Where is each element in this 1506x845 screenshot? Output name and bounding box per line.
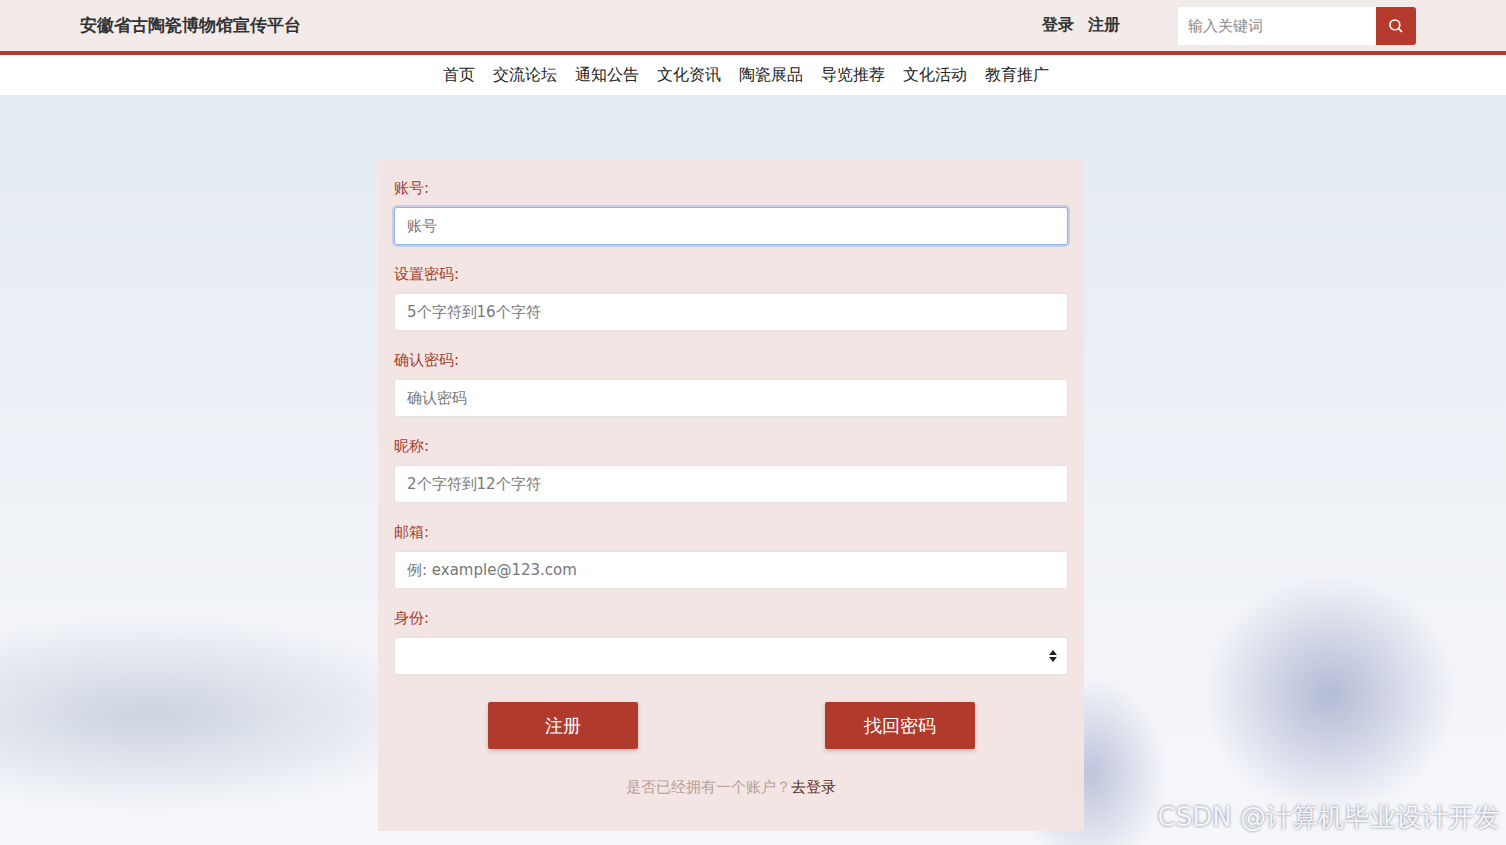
search-icon — [1387, 17, 1405, 35]
select-arrows-icon — [1049, 650, 1057, 662]
action-button[interactable]: 找回密码 — [825, 702, 975, 749]
text-input[interactable] — [394, 293, 1068, 331]
nav-item[interactable]: 导览推荐 — [821, 65, 885, 86]
text-input[interactable] — [394, 551, 1068, 589]
nav-item[interactable]: 陶瓷展品 — [739, 65, 803, 86]
text-input[interactable] — [394, 207, 1068, 245]
field-label: 设置密码: — [394, 264, 1068, 284]
nav-item[interactable]: 通知公告 — [575, 65, 639, 86]
search-button[interactable] — [1376, 7, 1416, 45]
auth-links: 登录注册 — [1042, 15, 1120, 36]
text-input[interactable] — [394, 465, 1068, 503]
top-header: 安徽省古陶瓷博物馆宣传平台登录注册 — [0, 0, 1506, 55]
nav-item[interactable]: 文化资讯 — [657, 65, 721, 86]
button-row: 注册 找回密码 — [394, 702, 1068, 749]
field-label: 身份: — [394, 608, 1068, 628]
form-field: 账号: — [394, 178, 1068, 245]
nav-item[interactable]: 首页 — [443, 65, 475, 86]
header-link[interactable]: 登录 — [1042, 15, 1074, 36]
action-button[interactable]: 注册 — [488, 702, 638, 749]
header-link[interactable]: 注册 — [1088, 15, 1120, 36]
site-title: 安徽省古陶瓷博物馆宣传平台 — [80, 14, 1042, 37]
field-label: 账号: — [394, 178, 1068, 198]
nav-item[interactable]: 交流论坛 — [493, 65, 557, 86]
form-field: 邮箱: — [394, 522, 1068, 589]
nav-item[interactable]: 教育推广 — [985, 65, 1049, 86]
nav-item[interactable]: 文化活动 — [903, 65, 967, 86]
form-field: 设置密码: — [394, 264, 1068, 331]
field-label: 邮箱: — [394, 522, 1068, 542]
watermark: CSDN @计算机毕业设计开发 — [1158, 800, 1500, 835]
form-field: 身份: — [394, 608, 1068, 675]
field-label: 确认密码: — [394, 350, 1068, 370]
login-link[interactable]: 去登录 — [791, 778, 836, 796]
form-field: 昵称: — [394, 436, 1068, 503]
register-page: 安徽省古陶瓷博物馆宣传平台登录注册首页交流论坛通知公告文化资讯陶瓷展品导览推荐文… — [0, 0, 1506, 845]
register-form: 账号: 设置密码: 确认密码: 昵称: 邮箱: 身份: 注册 找回密码是否已经拥有一个账户？去… — [378, 160, 1084, 831]
field-label: 昵称: — [394, 436, 1068, 456]
search-box — [1178, 7, 1416, 45]
search-input[interactable] — [1178, 7, 1376, 45]
identity-select[interactable] — [394, 637, 1068, 675]
prompt-text: 是否已经拥有一个账户？ — [626, 778, 791, 796]
main-area: 账号: 设置密码: 确认密码: 昵称: 邮箱: 身份: 注册 找回密码是否已经拥有一个账户？去… — [0, 95, 1506, 845]
login-prompt: 是否已经拥有一个账户？去登录 — [394, 778, 1068, 797]
main-nav: 首页交流论坛通知公告文化资讯陶瓷展品导览推荐文化活动教育推广 — [0, 55, 1506, 95]
form-field: 确认密码: — [394, 350, 1068, 417]
text-input[interactable] — [394, 379, 1068, 417]
